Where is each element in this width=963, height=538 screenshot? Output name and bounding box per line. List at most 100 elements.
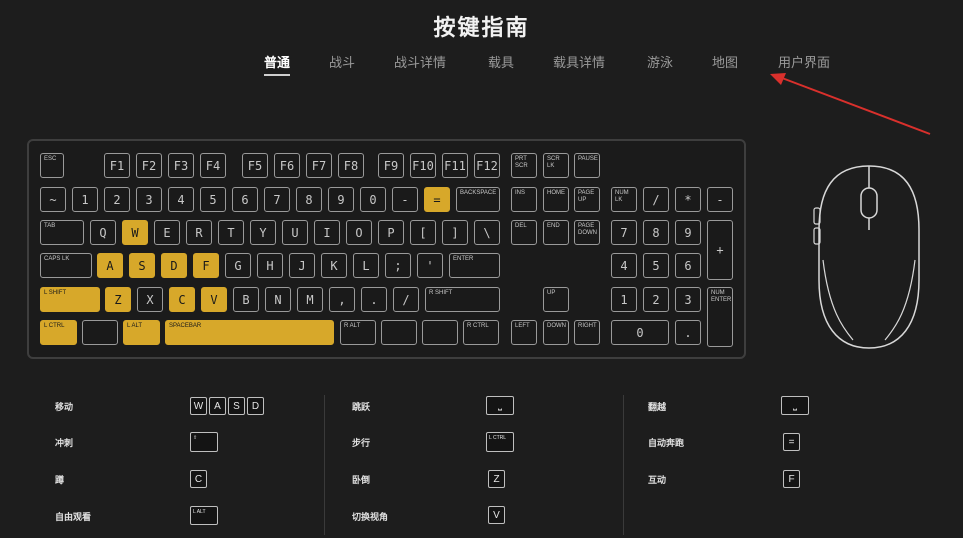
binding-key: A [209, 397, 226, 415]
binding-key: L ALT [190, 506, 218, 525]
key-ins: INS [511, 187, 537, 212]
binding-key: V [488, 506, 505, 524]
binding-keys-move: W A S D [190, 397, 264, 415]
key-n6: 6 [232, 187, 258, 212]
key-f9: F9 [378, 153, 404, 178]
key-f1: F1 [104, 153, 130, 178]
tab-combat[interactable]: 战斗 [329, 52, 355, 71]
key-npdiv: / [643, 187, 669, 212]
binding-keys-sprint: ⇧ [190, 432, 218, 452]
key-n0: 0 [360, 187, 386, 212]
key-s: S [129, 253, 155, 278]
tab-general[interactable]: 普通 [264, 52, 291, 76]
binding-key: Z [488, 470, 505, 488]
key-f12: F12 [474, 153, 500, 178]
key-blank3 [422, 320, 458, 345]
binding-label-free-look: 自由观看 [55, 513, 92, 523]
key-down: DOWN [543, 320, 569, 345]
key-g: G [225, 253, 251, 278]
key-npmul: * [675, 187, 701, 212]
binding-key: ⎵ [486, 396, 514, 415]
key-l: L [353, 253, 379, 278]
key-c: C [169, 287, 195, 312]
key-slash: / [393, 287, 419, 312]
binding-keys-vault: ⎵ [781, 396, 809, 415]
key-comma: , [329, 287, 355, 312]
tab-vehicle[interactable]: 载具 [488, 52, 514, 71]
binding-label-interact: 互动 [648, 476, 667, 486]
key-m: M [297, 287, 323, 312]
key-caps: CAPS LK [40, 253, 92, 278]
key-np9: 9 [675, 220, 701, 245]
key-p: P [378, 220, 404, 245]
key-right: RIGHT [574, 320, 600, 345]
key-period: . [361, 287, 387, 312]
binding-keys-walk: L CTRL [486, 432, 514, 452]
column-divider [324, 395, 325, 535]
key-f4: F4 [200, 153, 226, 178]
key-equals: = [424, 187, 450, 212]
binding-keys-crouch: C [190, 470, 207, 488]
key-ralt: R ALT [340, 320, 376, 345]
key-o: O [346, 220, 372, 245]
key-npplus: + [707, 220, 733, 280]
key-blank1 [82, 320, 118, 345]
key-n5: 5 [200, 187, 226, 212]
column-divider [623, 395, 624, 535]
key-lalt: L ALT [123, 320, 160, 345]
key-k: K [321, 253, 347, 278]
key-a: A [97, 253, 123, 278]
tab-swimming[interactable]: 游泳 [647, 52, 673, 71]
binding-label-prone: 卧倒 [352, 476, 371, 486]
key-w: W [122, 220, 148, 245]
key-pause: PAUSE [574, 153, 600, 178]
key-n9: 9 [328, 187, 354, 212]
tab-vehicle-details[interactable]: 载具详情 [553, 52, 605, 71]
key-j: J [289, 253, 315, 278]
binding-key: F [783, 470, 800, 488]
key-n8: 8 [296, 187, 322, 212]
key-r: R [186, 220, 212, 245]
key-f10: F10 [410, 153, 436, 178]
key-n: N [265, 287, 291, 312]
key-lshift: L SHIFT [40, 287, 100, 312]
binding-label-toggle-view: 切换视角 [352, 513, 389, 523]
key-np7: 7 [611, 220, 637, 245]
key-y: Y [250, 220, 276, 245]
key-f6: F6 [274, 153, 300, 178]
binding-keys-toggle-view: V [488, 506, 505, 524]
tab-combat-details[interactable]: 战斗详情 [394, 52, 446, 71]
tab-map[interactable]: 地图 [712, 52, 738, 71]
page-title: 按键指南 [433, 16, 530, 41]
key-q: Q [90, 220, 116, 245]
key-np0: 0 [611, 320, 669, 345]
key-i: I [314, 220, 340, 245]
key-lctrl: L CTRL [40, 320, 77, 345]
binding-key: W [190, 397, 207, 415]
binding-keys-interact: F [783, 470, 800, 488]
key-f: F [193, 253, 219, 278]
binding-keys-auto-run: = [783, 433, 800, 451]
key-np6: 6 [675, 253, 701, 278]
binding-key: D [247, 397, 264, 415]
tab-user-interface[interactable]: 用户界面 [778, 52, 830, 71]
key-f8: F8 [338, 153, 364, 178]
key-b: B [233, 287, 259, 312]
key-t: T [218, 220, 244, 245]
binding-keys-jump: ⎵ [486, 396, 514, 415]
key-np3: 3 [675, 287, 701, 312]
key-x: X [137, 287, 163, 312]
key-np5: 5 [643, 253, 669, 278]
binding-key: ⇧ [190, 432, 218, 452]
key-tab: TAB [40, 220, 84, 245]
key-npminus: - [707, 187, 733, 212]
key-f3: F3 [168, 153, 194, 178]
key-v: V [201, 287, 227, 312]
key-n4: 4 [168, 187, 194, 212]
key-up: UP [543, 287, 569, 312]
binding-key: C [190, 470, 207, 488]
binding-label-crouch: 蹲 [55, 476, 65, 486]
key-space: SPACEBAR [165, 320, 334, 345]
key-prtscr: PRT SCR [511, 153, 537, 178]
tab-bar: 普通 战斗 战斗详情 载具 载具详情 游泳 地图 用户界面 [0, 52, 963, 76]
